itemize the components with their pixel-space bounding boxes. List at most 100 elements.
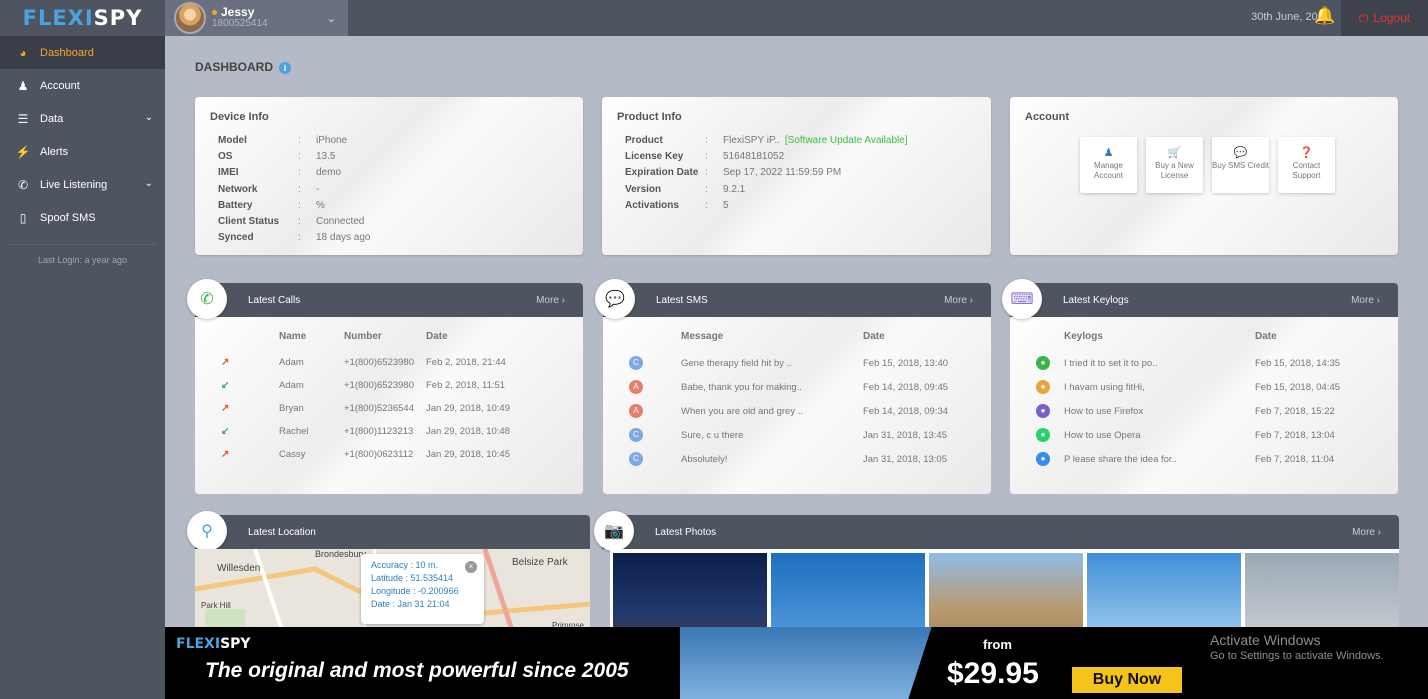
- user-icon: ♟: [17, 78, 29, 93]
- software-update-link[interactable]: [Software Update Available]: [785, 133, 908, 149]
- info-row: OS:13.5: [218, 151, 336, 163]
- chat-icon: 💬: [1233, 147, 1248, 159]
- sms-spoof-icon: ▯: [19, 210, 27, 225]
- card-title: Account: [1025, 111, 1069, 123]
- product-info-card: Product Info Product: FlexiSPY iP.. [Softw…: [602, 97, 991, 255]
- chevron-down-icon: ⌄: [326, 13, 336, 25]
- messenger-icon: ●: [1036, 452, 1050, 466]
- card-title: Device Info: [210, 111, 269, 123]
- latest-sms-panel: 💬 Latest SMS More › Message Date C Gene thera…: [595, 279, 991, 494]
- contact-avatar: C: [629, 356, 643, 370]
- cart-icon: 🛒: [1167, 147, 1182, 159]
- table-row[interactable]: ● I tried it to set it to po.. Feb 15, 201…: [1036, 351, 1340, 375]
- keyboard-icon: ⌨: [1002, 279, 1042, 319]
- sidebar-item-data[interactable]: ☰ Data ⌄: [0, 102, 165, 135]
- camera-icon: 📷: [594, 511, 634, 551]
- map-label: Belsize Park: [512, 557, 568, 568]
- table-row[interactable]: ↙ Rachel +1(800)1123213 Jan 29, 2018, 10:48: [213, 420, 510, 443]
- top-bar: FLEXI SPY Jessy 1800525414 ⌄ 30th June, 20…: [0, 0, 1428, 36]
- latest-photos-panel: 📷 Latest Photos More ›: [594, 511, 1399, 551]
- user-name: Jessy: [212, 6, 268, 18]
- table-row[interactable]: ↗ Bryan +1(800)5236544 Jan 29, 2018, 10:49: [213, 397, 510, 420]
- table-row[interactable]: ● How to use Firefox Feb 7, 2018, 15:22: [1036, 399, 1340, 423]
- phone-icon: ✆: [187, 279, 227, 319]
- sidebar-item-live-listening[interactable]: ✆ Live Listening ⌄: [0, 168, 165, 201]
- table-row[interactable]: ↗ Cassy +1(800)0623112 Jan 29, 2018, 10:45: [213, 443, 510, 466]
- bolt-icon: ⚡: [15, 144, 31, 159]
- table-row[interactable]: ↗ Adam +1(800)6523980 Feb 2, 2018, 21:44: [213, 351, 510, 374]
- table-row[interactable]: ● How to use Opera Feb 7, 2018, 13:04: [1036, 423, 1340, 447]
- dashboard-icon: ◕: [19, 45, 27, 60]
- table-row[interactable]: ↙ Adam +1(800)6523980 Feb 2, 2018, 11:51: [213, 374, 510, 397]
- table-row[interactable]: C Sure, c u there Jan 31, 2018, 13:45: [629, 423, 948, 447]
- sidebar-item-alerts[interactable]: ⚡ Alerts: [0, 135, 165, 168]
- outgoing-call-icon: ↗: [221, 357, 230, 368]
- info-row: Battery:%: [218, 199, 325, 211]
- info-row: Version:9.2.1: [625, 183, 746, 195]
- contact-avatar: C: [629, 428, 643, 442]
- info-row: IMEI: demo: [218, 167, 342, 179]
- latest-calls-panel: ✆ Latest Calls More › Name Number Date ↗ Adam +…: [187, 279, 583, 494]
- table-row[interactable]: ● I havam using fitHi, Feb 15, 2018, 04:45: [1036, 375, 1340, 399]
- viber-icon: ●: [1036, 404, 1050, 418]
- device-info-list: Model: iPhone OS:13.5 IMEI: demo Network: - Bat…: [218, 133, 583, 246]
- help-icon: ❓: [1299, 147, 1314, 159]
- manage-account-button[interactable]: ♟ Manage Account: [1080, 137, 1137, 193]
- info-row: Client Status: Connected: [218, 216, 365, 228]
- sidebar-item-account[interactable]: ♟ Account: [0, 69, 165, 102]
- windows-activation-watermark: Activate Windows Go to Settings to activa…: [1210, 632, 1384, 662]
- incoming-call-icon: ↙: [221, 380, 230, 391]
- bell-icon[interactable]: 🔔: [1314, 6, 1335, 26]
- power-icon: ⏻: [1358, 10, 1369, 25]
- contact-support-button[interactable]: ❓ Contact Support: [1278, 137, 1335, 193]
- flexispy-logo: FLEXISPY: [176, 636, 251, 652]
- device-info-card: Device Info Model: iPhone OS:13.5 IMEI: demo…: [195, 97, 583, 255]
- flexispy-logo[interactable]: FLEXI SPY: [0, 0, 165, 36]
- sidebar-item-dashboard[interactable]: ◕ Dashboard: [0, 36, 165, 69]
- keylogs-more-link[interactable]: More ›: [1351, 295, 1380, 306]
- map-label: Willesden: [217, 563, 261, 574]
- price-label: $29.95: [947, 657, 1039, 690]
- table-row[interactable]: C Absolutely! Jan 31, 2018, 13:05: [629, 447, 948, 471]
- photos-more-link[interactable]: More ›: [1352, 527, 1381, 538]
- database-icon: ☰: [17, 111, 29, 126]
- info-row: Synced:18 days ago: [218, 232, 371, 244]
- info-row: Expiration Date: Sep 17, 2022 11:59:59 PM: [625, 167, 842, 179]
- logout-button[interactable]: ⏻ Logout: [1341, 0, 1428, 36]
- contact-avatar: C: [629, 452, 643, 466]
- whatsapp-icon: ●: [1036, 428, 1050, 442]
- chevron-down-icon: ⌄: [144, 178, 153, 189]
- latest-location-panel: ⚲ Latest Location: [187, 511, 590, 551]
- phone-screenshot-image: [680, 627, 950, 699]
- sms-more-link[interactable]: More ›: [944, 295, 973, 306]
- outgoing-call-icon: ↗: [221, 449, 230, 460]
- location-tooltip: Accuracy : 10 m. Latitude : 51.535414 Long…: [361, 554, 484, 624]
- card-title: Product Info: [617, 111, 682, 123]
- user-menu[interactable]: Jessy 1800525414 ⌄: [165, 0, 348, 36]
- info-row: License Key:51648181052: [625, 151, 785, 163]
- table-row[interactable]: A When you are old and grey .. Feb 14, 201…: [629, 399, 948, 423]
- user-phone: 1800525414: [212, 18, 268, 29]
- chrome-icon: ●: [1036, 380, 1050, 394]
- table-row[interactable]: C Gene therapy field hit by .. Feb 15, 201…: [629, 351, 948, 375]
- buy-license-button[interactable]: 🛒 Buy a New License: [1146, 137, 1203, 193]
- close-icon[interactable]: ×: [465, 561, 477, 573]
- phone-wave-icon: ✆: [17, 177, 29, 192]
- buy-sms-credit-button[interactable]: 💬 Buy SMS Credit: [1212, 137, 1269, 193]
- price-from-label: from: [983, 637, 1012, 652]
- buy-now-button[interactable]: Buy Now: [1072, 667, 1182, 693]
- table-row[interactable]: A Babe, thank you for making.. Feb 14, 201…: [629, 375, 948, 399]
- chevron-down-icon: ⌄: [144, 112, 153, 123]
- info-row: Model: iPhone: [218, 135, 348, 146]
- contact-avatar: A: [629, 380, 643, 394]
- info-icon[interactable]: i: [279, 62, 291, 74]
- table-row[interactable]: ● P lease share the idea for.. Feb 7, 2018…: [1036, 447, 1340, 471]
- product-info-list: Product: FlexiSPY iP.. [Software Update Av…: [625, 133, 991, 214]
- calls-more-link[interactable]: More ›: [536, 295, 565, 306]
- avatar: [174, 2, 206, 34]
- info-row: Network: -: [218, 183, 320, 195]
- sidebar-item-spoof-sms[interactable]: ▯ Spoof SMS: [0, 201, 165, 234]
- user-icon: ♟: [1103, 147, 1114, 159]
- line-icon: ●: [1036, 356, 1050, 370]
- chat-bubble-icon: 💬: [595, 279, 635, 319]
